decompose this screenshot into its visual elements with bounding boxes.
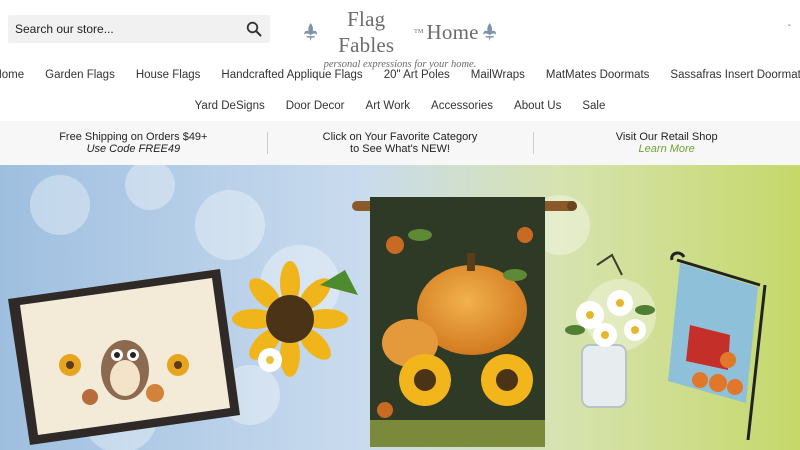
logo-wordmark: Flag Fables TM Home — [303, 6, 497, 58]
nav-link-matmates-doormats[interactable]: MatMates Doormats — [535, 69, 660, 81]
logo-trademark: TM — [414, 29, 424, 35]
promo-category-line2: to See What's NEW! — [350, 143, 450, 155]
fleur-de-lis-icon — [482, 22, 496, 42]
logo-name-part1: Flag Fables — [338, 7, 395, 57]
nav-link-yard-designs[interactable]: Yard DeSigns — [184, 100, 275, 112]
logo-name-part2: Home — [426, 20, 479, 44]
nav-link-sale[interactable]: Sale — [572, 100, 616, 112]
main-navigation: Home Garden Flags House Flags Handcrafte… — [0, 60, 800, 121]
owl-doormat-image — [8, 269, 240, 445]
nav-link-house-flags[interactable]: House Flags — [125, 69, 211, 81]
search-input[interactable] — [8, 15, 238, 43]
nav-link-art-poles[interactable]: 20" Art Poles — [373, 69, 460, 81]
search-bar — [8, 15, 270, 43]
promo-shipping: Free Shipping on Orders $49+ Use Code FR… — [0, 121, 267, 165]
promo-category: Click on Your Favorite Category to See W… — [266, 121, 534, 165]
search-icon[interactable] — [246, 21, 262, 37]
learn-more-link[interactable]: Learn More — [533, 143, 800, 155]
nav-link-home[interactable]: Home — [0, 69, 35, 81]
nav-row-1: Home Garden Flags House Flags Handcrafte… — [0, 60, 800, 90]
hero-banner[interactable] — [0, 165, 800, 450]
hero-banner-image — [0, 165, 800, 450]
house-flag-image — [352, 197, 577, 447]
nav-link-accessories[interactable]: Accessories — [421, 100, 504, 112]
header: Flag FablesTMHome personal expressions f… — [0, 0, 800, 70]
nav-link-about-us[interactable]: About Us — [504, 100, 572, 112]
promo-shipping-code: Use Code FREE49 — [86, 143, 181, 155]
nav-row-2: Yard DeSigns Door Decor Art Work Accesso… — [0, 91, 800, 121]
nav-link-sassafras-insert-doormats[interactable]: Sassafras Insert Doormats — [660, 69, 800, 81]
promo-bar: Free Shipping on Orders $49+ Use Code FR… — [0, 121, 800, 165]
promo-retail: Visit Our Retail Shop Learn More — [533, 121, 800, 165]
nav-link-garden-flags[interactable]: Garden Flags — [35, 69, 126, 81]
fleur-de-lis-icon — [304, 22, 318, 42]
nav-link-art-work[interactable]: Art Work — [355, 100, 421, 112]
nav-link-door-decor[interactable]: Door Decor — [275, 100, 355, 112]
promo-retail-title: Visit Our Retail Shop — [615, 131, 718, 143]
promo-shipping-title: Free Shipping on Orders $49+ — [59, 131, 208, 143]
header-right-marker: - — [787, 20, 791, 31]
promo-category-line1: Click on Your Favorite Category — [322, 131, 478, 143]
nav-link-handcrafted-applique-flags[interactable]: Handcrafted Applique Flags — [211, 69, 373, 81]
site-logo[interactable]: Flag Fables TM Home personal expressions f… — [303, 6, 497, 70]
nav-link-mailwraps[interactable]: MailWraps — [460, 69, 535, 81]
